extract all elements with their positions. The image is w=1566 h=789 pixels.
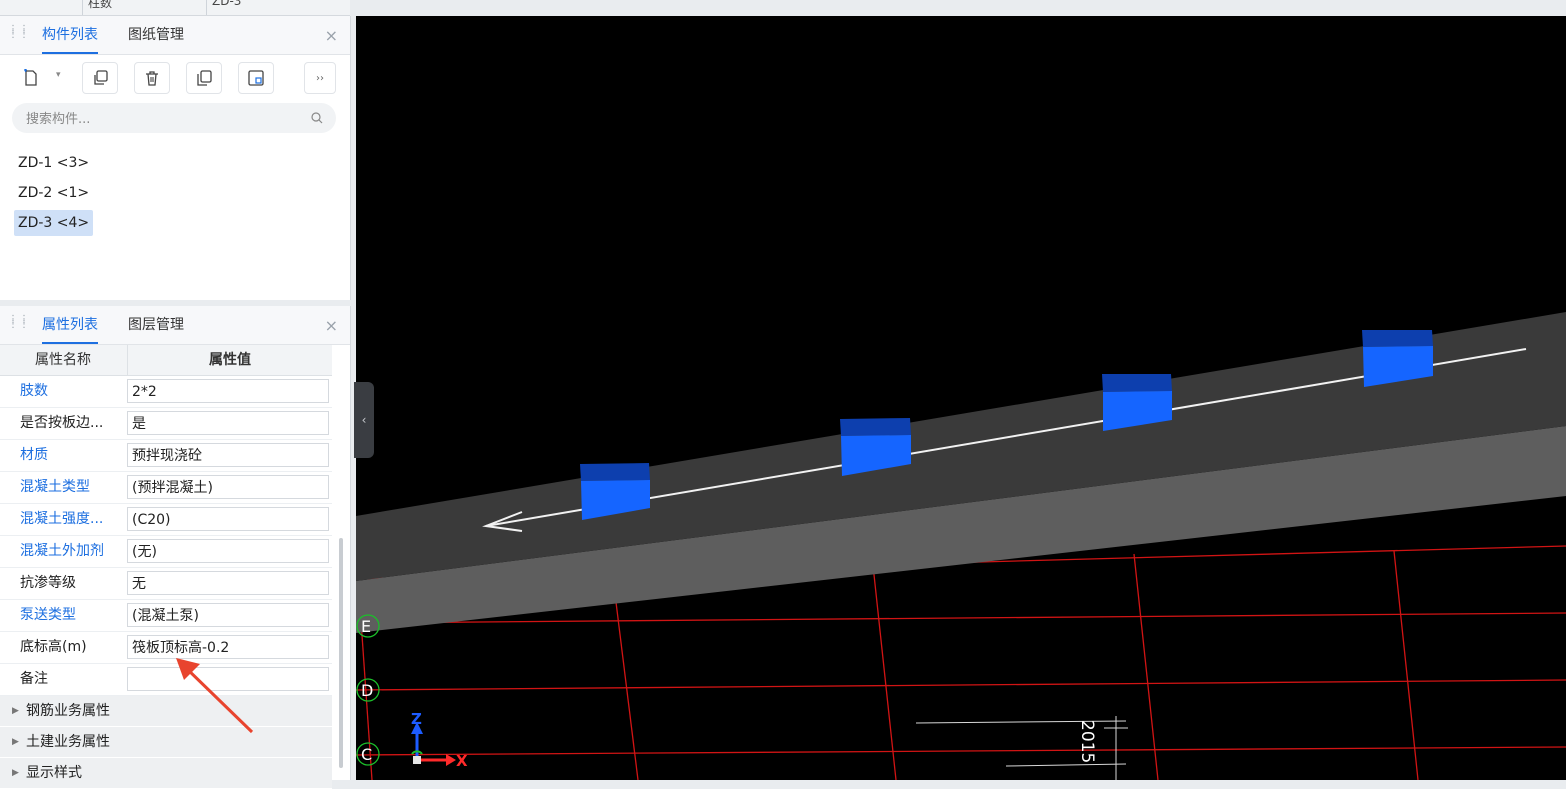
table-row: 肢数 2*2 — [0, 376, 332, 408]
component-toolbar: ▾ ›› — [0, 62, 350, 96]
component-list-panel: ⋮⋮⋮⋮ 构件列表 图纸管理 × ▾ ›› ZD-1 <3> ZD-2 <1> … — [0, 16, 351, 300]
property-value-field[interactable]: (预拌混凝土) — [127, 475, 329, 499]
more-tools-button[interactable]: ›› — [304, 62, 336, 94]
expand-triangle-icon: ▶ — [12, 737, 19, 747]
property-name[interactable]: 混凝土类型 — [20, 472, 90, 503]
grid-label-e: E — [361, 617, 371, 636]
property-name[interactable]: 混凝土强度... — [20, 504, 103, 535]
table-row: 混凝土强度... (C20) — [0, 504, 332, 536]
save-icon — [248, 70, 264, 86]
trash-icon — [146, 71, 158, 86]
table-row: 材质 预拌现浇砼 — [0, 440, 332, 472]
table-row: 底标高(m) 筏板顶标高-0.2 — [0, 632, 332, 664]
annotation-arrow-icon — [176, 658, 254, 734]
top-strip-divider — [206, 0, 207, 15]
close-icon[interactable]: × — [325, 316, 338, 335]
list-item-zd2[interactable]: ZD-2 <1> — [14, 180, 93, 206]
grid-label-c: C — [361, 745, 372, 764]
table-row: 混凝土类型 (预拌混凝土) — [0, 472, 332, 504]
expand-triangle-icon: ▶ — [12, 768, 19, 778]
property-value-field[interactable]: 2*2 — [127, 379, 329, 403]
property-value-field[interactable]: (C20) — [127, 507, 329, 531]
property-value-field[interactable]: 无 — [127, 571, 329, 595]
drag-grip-icon[interactable]: ⋮⋮ ⋮⋮ — [8, 315, 29, 331]
close-icon[interactable]: × — [325, 26, 338, 45]
search-icon[interactable] — [310, 111, 324, 125]
component-panel-header: ⋮⋮ ⋮⋮ 构件列表 图纸管理 × — [0, 16, 350, 55]
property-name: 抗渗等级 — [20, 575, 76, 591]
property-value-field[interactable]: (无) — [127, 539, 329, 563]
group-display-style[interactable]: ▶ 显示样式 — [0, 758, 332, 789]
expand-triangle-icon: ▶ — [12, 706, 19, 716]
table-row: 抗渗等级 无 — [0, 568, 332, 600]
property-name[interactable]: 材质 — [20, 440, 48, 471]
viewport-canvas: E D C 2015 Z X — [356, 312, 1566, 780]
group-label: 土建业务属性 — [26, 734, 110, 750]
new-component-button[interactable] — [12, 62, 50, 94]
top-strip-col1: 柱数 — [88, 0, 113, 10]
table-row: 混凝土外加剂 (无) — [0, 536, 332, 568]
dropdown-arrow-icon[interactable]: ▾ — [56, 70, 61, 80]
property-name[interactable]: 肢数 — [20, 376, 48, 407]
top-strip-col2: ZD-3 — [212, 0, 242, 8]
property-scrollbar[interactable] — [339, 538, 343, 768]
search-input[interactable] — [24, 103, 298, 135]
tab-drawing-management[interactable]: 图纸管理 — [128, 16, 184, 54]
copy-icon — [94, 70, 108, 85]
group-label: 显示样式 — [26, 765, 82, 781]
property-value-field[interactable]: 预拌现浇砼 — [127, 443, 329, 467]
x-axis-label: X — [456, 752, 468, 770]
top-strip-divider — [82, 0, 83, 15]
layer-copy-button[interactable] — [186, 62, 222, 94]
3d-viewport[interactable]: E D C 2015 Z X — [356, 16, 1566, 780]
new-component-icon — [24, 69, 37, 86]
copy-button[interactable] — [82, 62, 118, 94]
component-search — [12, 103, 336, 135]
column-header-name: 属性名称 — [35, 352, 91, 368]
property-name[interactable]: 泵送类型 — [20, 600, 76, 631]
group-rebar-properties[interactable]: ▶ 钢筋业务属性 — [0, 696, 332, 727]
tab-layer-management[interactable]: 图层管理 — [128, 306, 184, 344]
list-item-zd1[interactable]: ZD-1 <3> — [14, 150, 93, 176]
dimension-label: 2015 — [1077, 720, 1097, 763]
z-axis-label: Z — [411, 710, 422, 728]
column-header-value: 属性值 — [127, 345, 332, 375]
property-name: 备注 — [20, 671, 48, 687]
delete-button[interactable] — [134, 62, 170, 94]
property-value-field[interactable]: (混凝土泵) — [127, 603, 329, 627]
table-row: 是否按板边... 是 — [0, 408, 332, 440]
tab-property-list[interactable]: 属性列表 — [42, 306, 98, 344]
top-info-strip: 柱数 ZD-3 — [0, 0, 350, 16]
property-value-field[interactable]: 是 — [127, 411, 329, 435]
grid-label-d: D — [361, 681, 373, 700]
table-row: 泵送类型 (混凝土泵) — [0, 600, 332, 632]
property-table-header: 属性名称 属性值 — [0, 345, 332, 376]
tab-component-list[interactable]: 构件列表 — [42, 16, 98, 54]
axis-gizmo: Z X — [411, 710, 468, 770]
layer-copy-icon — [197, 70, 212, 86]
property-table: 属性名称 属性值 肢数 2*2 是否按板边... 是 材质 预拌现浇砼 混凝土类型 (预… — [0, 345, 332, 789]
group-civil-properties[interactable]: ▶ 土建业务属性 — [0, 727, 332, 758]
property-name: 是否按板边... — [20, 415, 104, 431]
table-row: 备注 — [0, 664, 332, 696]
panel-collapse-handle[interactable]: ‹ — [354, 382, 374, 458]
list-item-zd3[interactable]: ZD-3 <4> — [14, 210, 94, 236]
property-name: 底标高(m) — [20, 639, 87, 655]
property-panel-header: ⋮⋮ ⋮⋮ 属性列表 图层管理 × — [0, 306, 350, 345]
save-button[interactable] — [238, 62, 274, 94]
property-name[interactable]: 混凝土外加剂 — [20, 536, 104, 567]
component-list: ZD-1 <3> ZD-2 <1> ZD-3 <4> — [14, 150, 94, 240]
group-label: 钢筋业务属性 — [26, 703, 110, 719]
drag-grip-icon[interactable]: ⋮⋮ ⋮⋮ — [8, 25, 29, 41]
